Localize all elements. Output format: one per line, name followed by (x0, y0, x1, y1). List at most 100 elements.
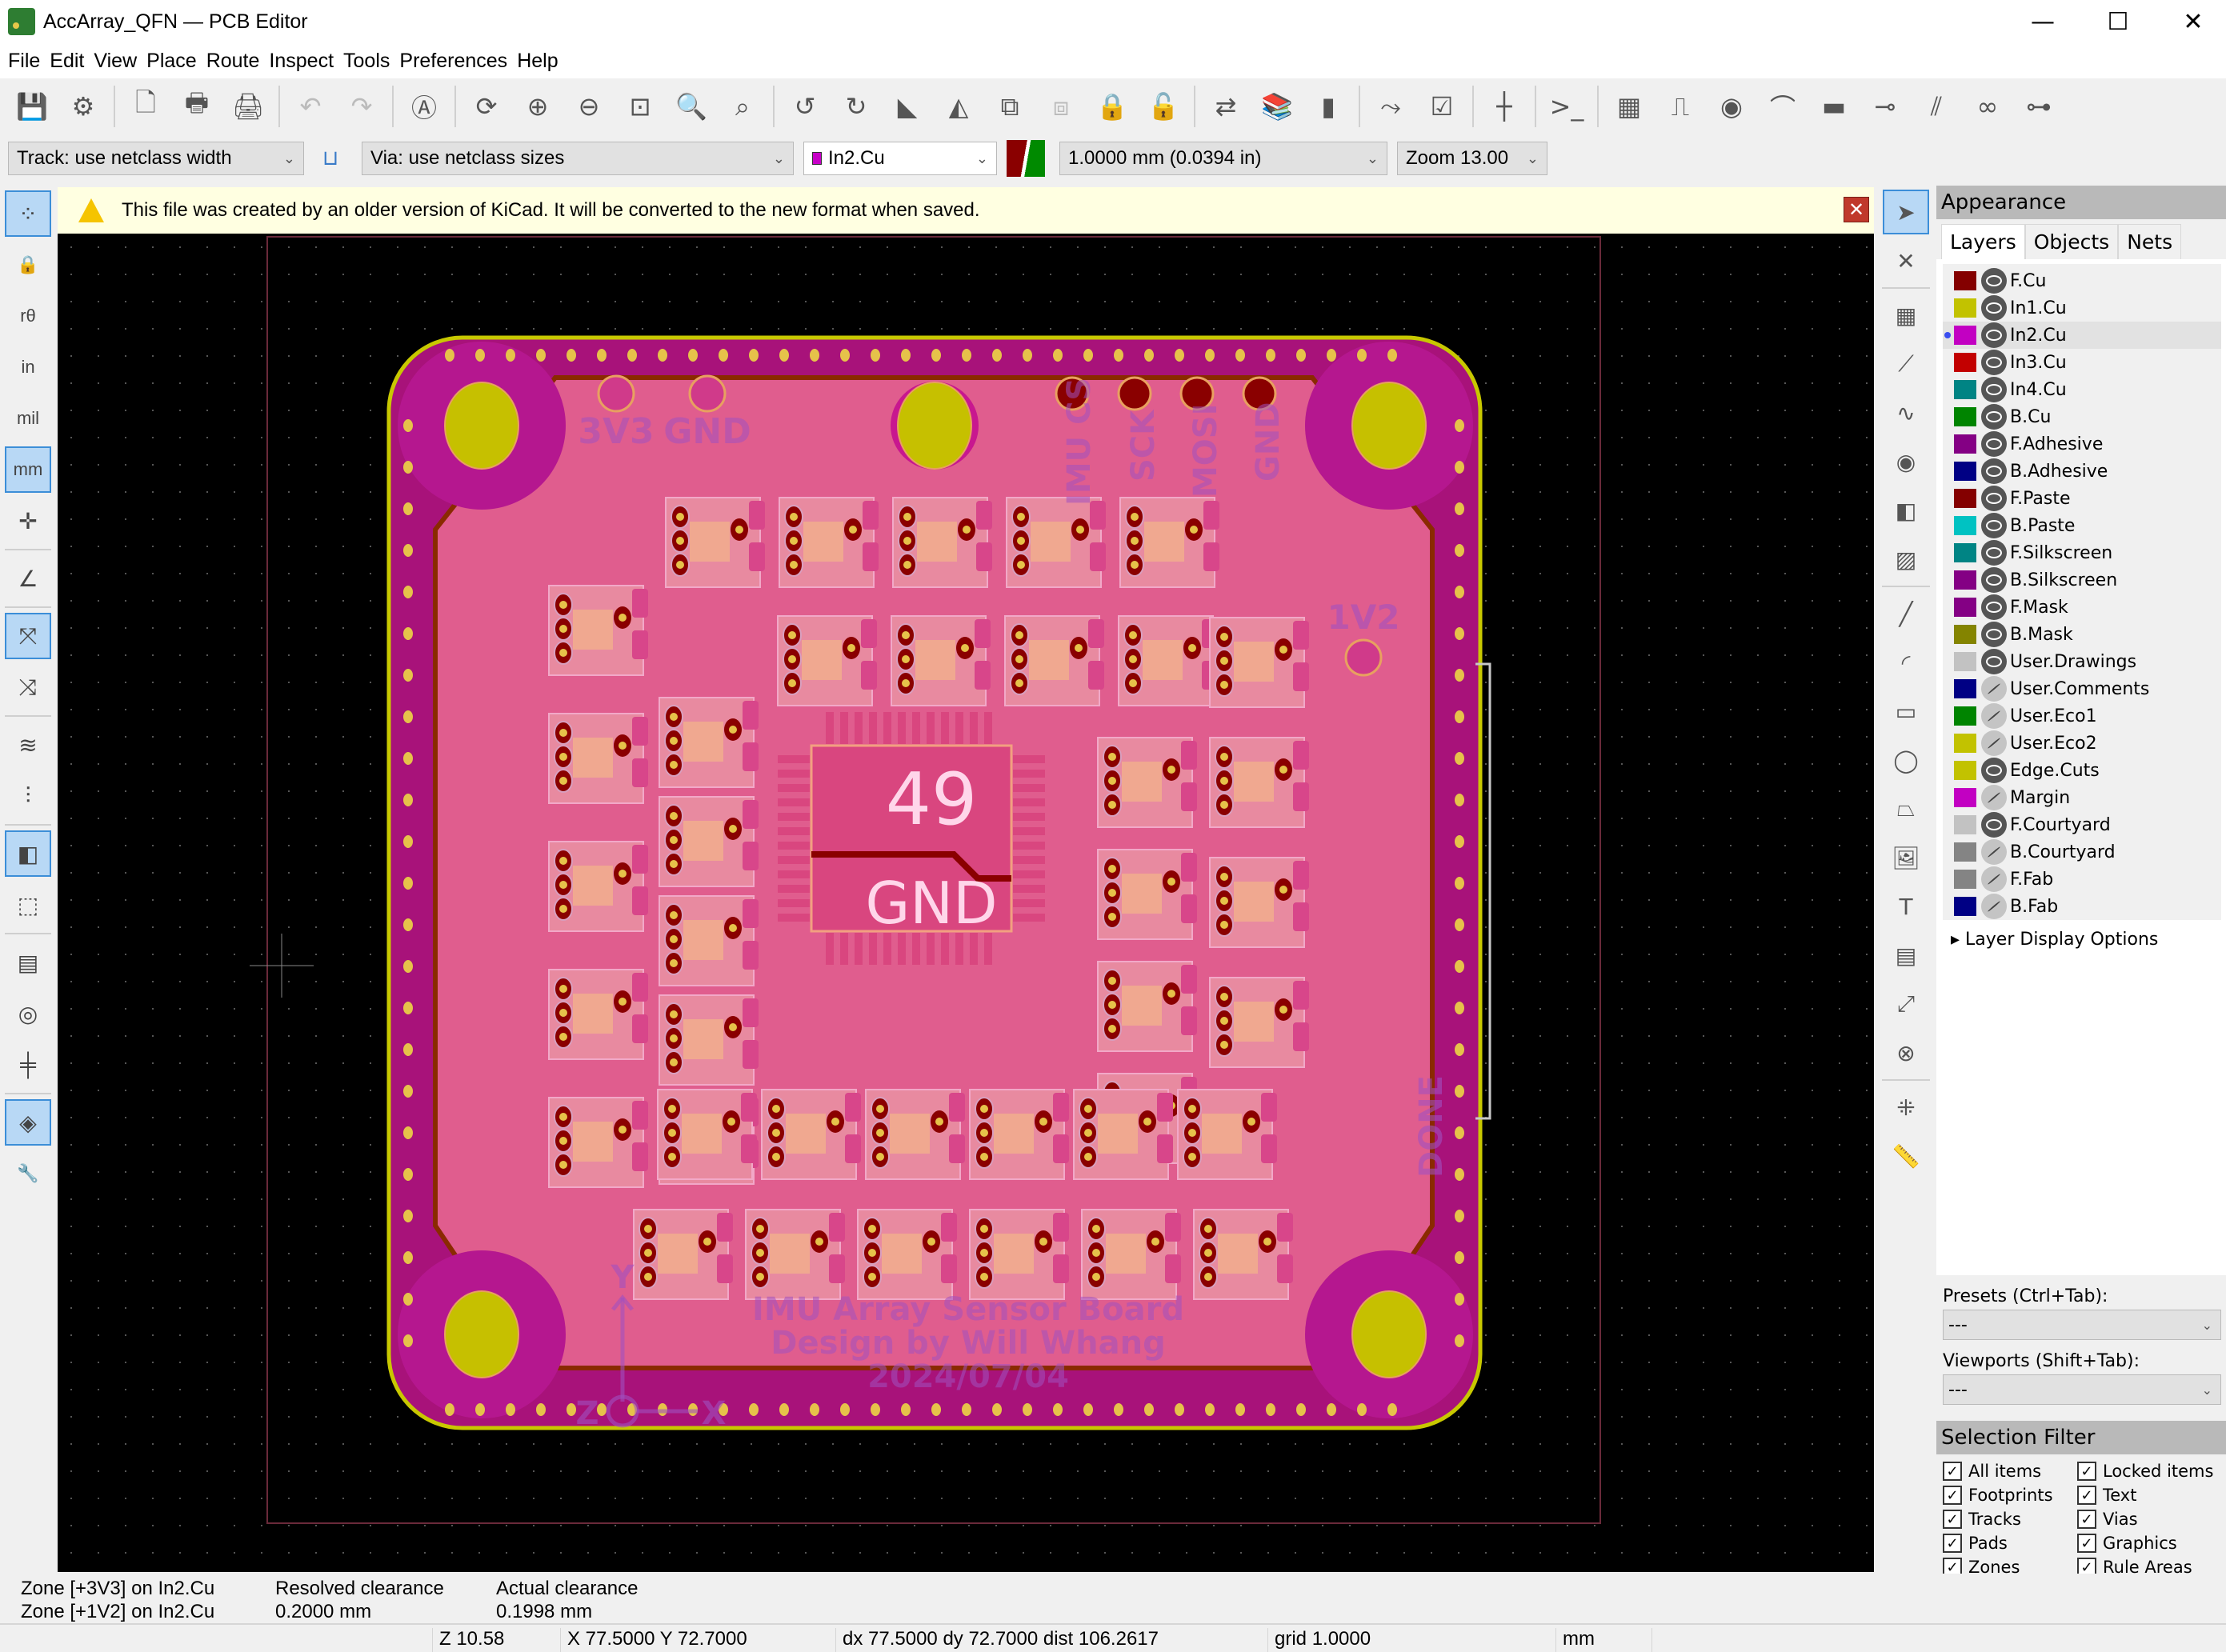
draw-polygon-tool[interactable]: ⏢ (1883, 786, 1929, 831)
menu-tools[interactable]: Tools (343, 50, 390, 73)
layer-row-b-fab[interactable]: B.Fab (1943, 893, 2221, 920)
ratsnest-toggle[interactable]: ⤧ (5, 613, 51, 659)
eye-icon[interactable] (1981, 295, 2007, 321)
layer-row-f-fab[interactable]: F.Fab (1943, 866, 2221, 893)
filter-graphics[interactable]: ✓ Graphics (2077, 1531, 2221, 1555)
rotate-ccw-button[interactable]: ↺ (784, 86, 826, 127)
track-outline-toggle[interactable]: ⫶ (5, 773, 51, 819)
layer-color-swatch[interactable] (1954, 706, 1976, 726)
layer-row-edge-cuts[interactable]: Edge.Cuts (1943, 757, 2221, 784)
add-text-tool[interactable]: T (1883, 884, 1929, 929)
layer-color-swatch[interactable] (1954, 543, 1976, 562)
pcb-view[interactable]: 3V3 GND IMU CS SCK MOSI GND 1V2 DONE 49 … (58, 234, 1874, 1572)
draw-arc-tool[interactable]: ◜ (1883, 640, 1929, 685)
full-crosshair-toggle[interactable]: ✛ (5, 498, 51, 544)
layer-row-b-adhesive[interactable]: B.Adhesive (1943, 458, 2221, 485)
zoom-fit-button[interactable]: ⊡ (619, 86, 661, 127)
polar-coords-toggle[interactable]: rθ (5, 293, 51, 339)
eye-off-icon[interactable] (1981, 894, 2007, 919)
eye-icon[interactable] (1981, 622, 2007, 647)
layer-color-swatch[interactable] (1954, 434, 1976, 454)
layer-row-user-comments[interactable]: User.Comments (1943, 675, 2221, 702)
eye-off-icon[interactable] (1981, 676, 2007, 702)
filter-pads[interactable]: ✓ Pads (1943, 1531, 2077, 1555)
menu-route[interactable]: Route (206, 50, 260, 73)
layer-color-swatch[interactable] (1954, 598, 1976, 617)
eye-icon[interactable] (1981, 431, 2007, 457)
layer-color-swatch[interactable] (1954, 815, 1976, 834)
eye-icon[interactable] (1981, 458, 2007, 484)
tab-nets[interactable]: Nets (2118, 224, 2182, 259)
checkbox[interactable]: ✓ (2077, 1462, 2096, 1481)
tune-length-tool[interactable]: ∿ (1883, 390, 1929, 435)
checkbox[interactable]: ✓ (1943, 1486, 1962, 1505)
footprint-editor-button[interactable]: ▮ (1307, 86, 1349, 127)
add-textbox-tool[interactable]: ▤ (1883, 933, 1929, 978)
measure-tool[interactable]: 📏 (1883, 1134, 1929, 1178)
angle-constraint-toggle[interactable]: ∠ (5, 555, 51, 602)
layer-row-f-adhesive[interactable]: F.Adhesive (1943, 430, 2221, 458)
round-tracks-button[interactable]: ⫽ (1916, 86, 1957, 127)
add-rule-area-tool[interactable]: ▨ (1883, 537, 1929, 582)
curved-ratsnest-toggle[interactable]: ⤨ (5, 664, 51, 710)
eye-off-icon[interactable] (1981, 785, 2007, 810)
rotate-cw-button[interactable]: ↻ (835, 86, 877, 127)
zoom-out-button[interactable]: ⊖ (568, 86, 610, 127)
add-footprint-tool[interactable]: ▦ (1883, 293, 1929, 338)
save-button[interactable]: 💾 (11, 86, 53, 127)
minimize-button[interactable]: — (2005, 0, 2080, 43)
add-zone-tool[interactable]: ◧ (1883, 488, 1929, 533)
menu-place[interactable]: Place (146, 50, 197, 73)
delete-tool-tool[interactable]: ⊗ (1883, 1030, 1929, 1075)
layer-select[interactable]: In2.Cu ⌄ (803, 142, 997, 175)
layer-color-swatch[interactable] (1954, 271, 1976, 290)
menu-view[interactable]: View (94, 50, 137, 73)
eye-icon[interactable] (1981, 486, 2007, 511)
zone-outline-toggle[interactable]: ⬚ (5, 882, 51, 928)
layer-row-b-mask[interactable]: B.Mask (1943, 621, 2221, 648)
drc-button[interactable]: ☑ (1421, 86, 1463, 127)
checkbox[interactable]: ✓ (2077, 1510, 2096, 1529)
menu-help[interactable]: Help (517, 50, 558, 73)
scripting-console-button[interactable]: >_ (1546, 86, 1587, 127)
grid-lock-toggle[interactable]: 🔒 (5, 242, 51, 288)
group-button[interactable]: ⧉ (989, 86, 1031, 127)
zone-fill-toggle[interactable]: ◧ (5, 830, 51, 877)
via-array-button[interactable]: ∞ (1967, 86, 2008, 127)
layer-row-in4-cu[interactable]: In4.Cu (1943, 376, 2221, 403)
track-width-select[interactable]: Track: use netclass width ⌄ (8, 142, 304, 175)
board-setup-button[interactable]: ⚙ (62, 86, 104, 127)
layer-color-swatch[interactable] (1954, 489, 1976, 508)
draw-line-tool[interactable]: ╱ (1883, 591, 1929, 636)
find-button[interactable]: Ⓐ (403, 86, 445, 127)
filter-text[interactable]: ✓ Text (2077, 1483, 2221, 1507)
layer-row-in1-cu[interactable]: In1.Cu (1943, 294, 2221, 322)
layer-color-swatch[interactable] (1954, 298, 1976, 318)
net-inspector-button[interactable]: ┼ (1483, 86, 1525, 127)
layer-row-f-courtyard[interactable]: F.Courtyard (1943, 811, 2221, 838)
layer-color-swatch[interactable] (1954, 734, 1976, 753)
units-mil-toggle[interactable]: mil (5, 395, 51, 442)
tab-layers[interactable]: Layers (1941, 224, 2025, 259)
signal-integrity-button[interactable]: ⎍ (1659, 86, 1701, 127)
highlight-net-tool[interactable]: ✕ (1883, 238, 1929, 283)
plot-button[interactable]: 🖨 (227, 86, 269, 127)
layer-display-options-toggle[interactable]: ▸ Layer Display Options (1951, 930, 2221, 950)
layer-row-user-eco2[interactable]: User.Eco2 (1943, 730, 2221, 757)
add-dimension-tool[interactable]: ⤢ (1883, 982, 1929, 1026)
layer-row-user-drawings[interactable]: User.Drawings (1943, 648, 2221, 675)
via-size-select[interactable]: Via: use netclass sizes ⌄ (362, 142, 794, 175)
layer-row-f-cu[interactable]: F.Cu (1943, 267, 2221, 294)
layer-color-swatch[interactable] (1954, 897, 1976, 916)
filter-locked-items[interactable]: ✓ Locked items (2077, 1459, 2221, 1483)
filter-vias[interactable]: ✓ Vias (2077, 1507, 2221, 1531)
layer-color-swatch[interactable] (1954, 516, 1976, 535)
eye-icon[interactable] (1981, 540, 2007, 566)
undo-button[interactable]: ↶ (290, 86, 331, 127)
maximize-button[interactable]: ☐ (2080, 0, 2156, 43)
layer-row-margin[interactable]: Margin (1943, 784, 2221, 811)
page-settings-button[interactable]: 🗋 (125, 86, 166, 127)
viewports-select[interactable]: --- ⌄ (1943, 1374, 2221, 1405)
zoom-select[interactable]: Zoom 13.00 ⌄ (1397, 142, 1547, 175)
add-via-tool[interactable]: ◉ (1883, 439, 1929, 484)
